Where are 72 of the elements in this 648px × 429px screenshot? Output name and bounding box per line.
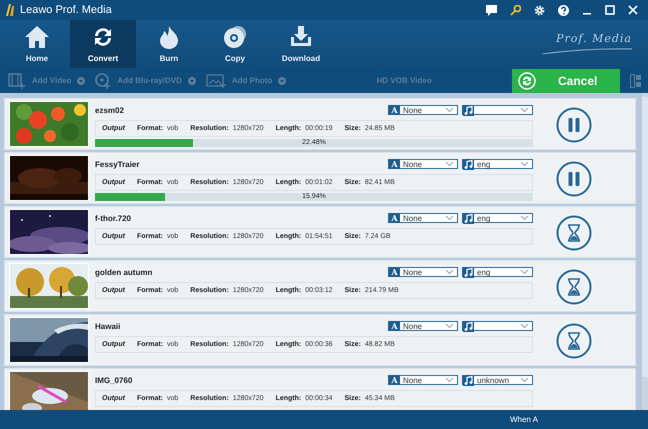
file-name: IMG_0760 — [95, 376, 134, 384]
audio-select[interactable]: eng — [462, 159, 533, 169]
chevron-icon — [445, 377, 454, 383]
subtitle-icon: A — [389, 321, 400, 331]
window-title: Leawo Prof. Media — [20, 4, 112, 16]
message-icon[interactable] — [486, 4, 497, 16]
photo-add-icon — [206, 74, 226, 88]
chevron-icon — [520, 215, 529, 221]
hourglass-icon — [556, 269, 592, 305]
scrollbar-thumb[interactable] — [642, 97, 648, 377]
chevron-icon — [445, 161, 454, 167]
audio-select[interactable]: eng — [462, 267, 533, 277]
maximize-icon[interactable] — [605, 5, 615, 15]
refresh-icon — [518, 72, 536, 90]
audio-select[interactable] — [462, 321, 533, 331]
panel-toggle-icon[interactable] — [630, 74, 642, 88]
chevron-icon — [445, 107, 454, 113]
film-add-icon — [8, 72, 26, 88]
subtitle-icon: A — [389, 375, 400, 385]
file-name: f-thor.720 — [95, 214, 132, 222]
disc-add-icon — [95, 72, 112, 88]
brand-logo: Prof. Media — [556, 32, 632, 45]
chevron-icon — [445, 323, 454, 329]
pause-icon[interactable] — [556, 161, 592, 197]
discs-icon — [223, 25, 247, 49]
settings-icon[interactable] — [534, 4, 545, 16]
hourglass-icon — [556, 215, 592, 251]
help-icon[interactable] — [558, 4, 569, 16]
subtitle-icon: A — [389, 213, 400, 223]
chevron-icon — [445, 269, 454, 275]
subtitle-select[interactable]: A None — [388, 375, 458, 385]
music-note-icon — [463, 266, 474, 278]
music-note-icon — [463, 212, 474, 224]
flame-icon — [158, 25, 180, 49]
chevron-icon — [520, 269, 529, 275]
subtitle-select[interactable]: A None — [388, 267, 458, 277]
key-icon[interactable] — [510, 4, 521, 16]
music-note-icon — [463, 320, 474, 332]
subtitle-icon: A — [389, 159, 400, 169]
subtitle-select[interactable]: A None — [388, 105, 458, 115]
file-name: golden autumn — [95, 268, 154, 276]
music-note-icon — [463, 158, 474, 170]
audio-select[interactable]: eng — [462, 213, 533, 223]
chevron-icon — [520, 377, 529, 383]
chevron-icon — [520, 161, 529, 167]
subtitle-select[interactable]: A None — [388, 321, 458, 331]
status-text: When A — [510, 415, 538, 424]
nav-tab[interactable]: Burn — [136, 20, 202, 68]
download-icon — [289, 25, 313, 49]
nav-tab[interactable]: Download — [268, 20, 334, 68]
subtitle-select[interactable]: A None — [388, 159, 458, 169]
subtitle-icon: A — [389, 267, 400, 277]
file-name: Hawaii — [95, 322, 122, 330]
music-note-icon — [463, 374, 474, 386]
file-name: FessyTraier — [95, 160, 140, 168]
pause-icon[interactable] — [556, 107, 592, 143]
file-name: ezsm02 — [95, 106, 125, 114]
nav-tab[interactable]: Convert — [70, 20, 136, 68]
audio-select[interactable]: unknown — [462, 375, 533, 385]
nav-tab[interactable]: Copy — [202, 20, 268, 68]
hourglass-icon — [556, 323, 592, 359]
music-note-icon — [463, 104, 474, 116]
close-icon[interactable] — [628, 5, 638, 15]
audio-select[interactable] — [462, 105, 533, 115]
subtitle-select[interactable]: A None — [388, 213, 458, 223]
nav-tab[interactable]: Home — [4, 20, 70, 68]
app-logo-icon — [6, 4, 15, 16]
chevron-icon — [520, 107, 529, 113]
subtitle-icon: A — [389, 105, 400, 115]
chevron-icon — [520, 323, 529, 329]
house-icon — [24, 25, 50, 49]
chevron-icon — [445, 215, 454, 221]
